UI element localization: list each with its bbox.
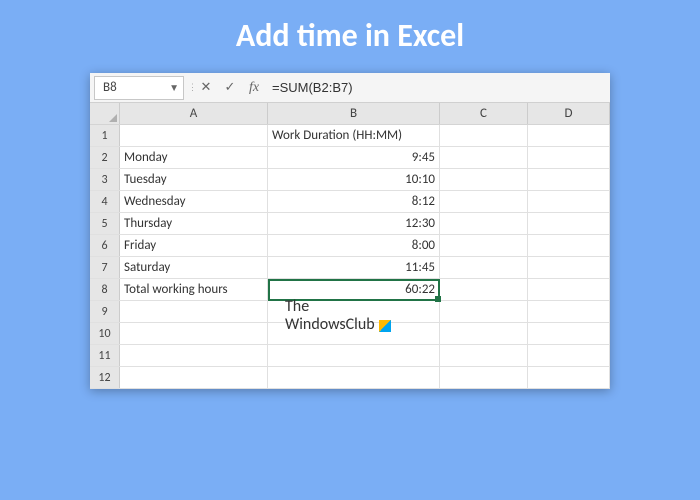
row-header-4[interactable]: 4	[90, 191, 120, 212]
formula-input[interactable]	[266, 76, 606, 100]
table-row: 9	[90, 301, 610, 323]
table-row: 5 Thursday 12:30	[90, 213, 610, 235]
cell-A6[interactable]: Friday	[120, 235, 268, 256]
row-header-11[interactable]: 11	[90, 345, 120, 366]
row-header-10[interactable]: 10	[90, 323, 120, 344]
table-row: 7 Saturday 11:45	[90, 257, 610, 279]
cell-C1[interactable]	[440, 125, 528, 146]
cell-B1[interactable]: Work Duration (HH:MM)	[268, 125, 440, 146]
cell-D11[interactable]	[528, 345, 610, 366]
cell-C3[interactable]	[440, 169, 528, 190]
cell-A5[interactable]: Thursday	[120, 213, 268, 234]
cell-D7[interactable]	[528, 257, 610, 278]
row-header-8[interactable]: 8	[90, 279, 120, 300]
cell-A2[interactable]: Monday	[120, 147, 268, 168]
cell-D6[interactable]	[528, 235, 610, 256]
cell-C5[interactable]	[440, 213, 528, 234]
cell-B8[interactable]: 60:22	[268, 279, 440, 300]
table-row: 8 Total working hours 60:22	[90, 279, 610, 301]
column-header-D[interactable]: D	[528, 103, 610, 124]
row-header-2[interactable]: 2	[90, 147, 120, 168]
cell-C6[interactable]	[440, 235, 528, 256]
name-box[interactable]: B8 ▼	[94, 76, 184, 100]
cell-B12[interactable]	[268, 367, 440, 388]
cell-C12[interactable]	[440, 367, 528, 388]
cell-D2[interactable]	[528, 147, 610, 168]
table-row: 11	[90, 345, 610, 367]
table-row: 10	[90, 323, 610, 345]
cell-D5[interactable]	[528, 213, 610, 234]
column-header-B[interactable]: B	[268, 103, 440, 124]
cell-A7[interactable]: Saturday	[120, 257, 268, 278]
cell-A9[interactable]	[120, 301, 268, 322]
column-header-C[interactable]: C	[440, 103, 528, 124]
cell-C2[interactable]	[440, 147, 528, 168]
cell-B11[interactable]	[268, 345, 440, 366]
spreadsheet-grid: A B C D 1 Work Duration (HH:MM) 2 Monday…	[90, 103, 610, 389]
name-box-value: B8	[103, 80, 117, 95]
cell-C11[interactable]	[440, 345, 528, 366]
cell-D1[interactable]	[528, 125, 610, 146]
row-header-9[interactable]: 9	[90, 301, 120, 322]
table-row: 2 Monday 9:45	[90, 147, 610, 169]
cell-B5[interactable]: 12:30	[268, 213, 440, 234]
column-header-A[interactable]: A	[120, 103, 268, 124]
cell-B4[interactable]: 8:12	[268, 191, 440, 212]
row-header-7[interactable]: 7	[90, 257, 120, 278]
cell-A11[interactable]	[120, 345, 268, 366]
enter-formula-button[interactable]: ✓	[218, 76, 242, 100]
rows: 1 Work Duration (HH:MM) 2 Monday 9:45 3 …	[90, 125, 610, 389]
cell-A10[interactable]	[120, 323, 268, 344]
table-row: 1 Work Duration (HH:MM)	[90, 125, 610, 147]
insert-function-button[interactable]: fx	[242, 76, 266, 100]
excel-window: B8 ▼ ⋮ ✕ ✓ fx A B C D 1 Work Duration (H…	[90, 73, 610, 389]
table-row: 4 Wednesday 8:12	[90, 191, 610, 213]
cell-B9[interactable]	[268, 301, 440, 322]
row-header-5[interactable]: 5	[90, 213, 120, 234]
chevron-down-icon[interactable]: ▼	[169, 81, 179, 94]
cell-D10[interactable]	[528, 323, 610, 344]
cell-B7[interactable]: 11:45	[268, 257, 440, 278]
row-header-6[interactable]: 6	[90, 235, 120, 256]
table-row: 6 Friday 8:00	[90, 235, 610, 257]
cell-D12[interactable]	[528, 367, 610, 388]
cell-A1[interactable]	[120, 125, 268, 146]
cell-A4[interactable]: Wednesday	[120, 191, 268, 212]
cell-B10[interactable]	[268, 323, 440, 344]
cell-C8[interactable]	[440, 279, 528, 300]
cell-C10[interactable]	[440, 323, 528, 344]
cell-A12[interactable]	[120, 367, 268, 388]
row-header-12[interactable]: 12	[90, 367, 120, 388]
cell-B2[interactable]: 9:45	[268, 147, 440, 168]
cell-D9[interactable]	[528, 301, 610, 322]
table-row: 12	[90, 367, 610, 389]
column-headers: A B C D	[90, 103, 610, 125]
cell-D3[interactable]	[528, 169, 610, 190]
cell-A3[interactable]: Tuesday	[120, 169, 268, 190]
cell-C9[interactable]	[440, 301, 528, 322]
formula-bar: B8 ▼ ⋮ ✕ ✓ fx	[90, 73, 610, 103]
cell-B3[interactable]: 10:10	[268, 169, 440, 190]
cell-A8[interactable]: Total working hours	[120, 279, 268, 300]
cell-B6[interactable]: 8:00	[268, 235, 440, 256]
row-header-1[interactable]: 1	[90, 125, 120, 146]
row-header-3[interactable]: 3	[90, 169, 120, 190]
table-row: 3 Tuesday 10:10	[90, 169, 610, 191]
cancel-formula-button[interactable]: ✕	[194, 76, 218, 100]
cell-D8[interactable]	[528, 279, 610, 300]
select-all-corner[interactable]	[90, 103, 120, 124]
page-title: Add time in Excel	[236, 16, 464, 55]
cell-C4[interactable]	[440, 191, 528, 212]
cell-C7[interactable]	[440, 257, 528, 278]
cell-D4[interactable]	[528, 191, 610, 212]
